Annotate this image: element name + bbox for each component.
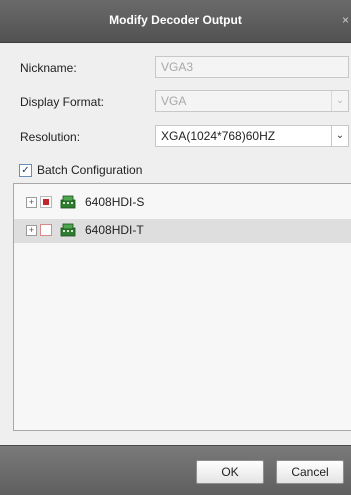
dialog-footer: OK Cancel	[0, 445, 351, 495]
dialog-title: Modify Decoder Output	[109, 13, 242, 27]
tree-item-label: 6408HDI-S	[85, 195, 145, 209]
display-format-label: Display Format:	[20, 95, 105, 109]
resolution-value: XGA(1024*768)60HZ	[161, 129, 276, 143]
device-tree[interactable]: + 6408HDI-S + 6408HDI-T	[13, 183, 351, 431]
title-bar[interactable]: Modify Decoder Output ×	[0, 0, 351, 43]
decoder-device-icon	[60, 223, 76, 237]
tree-item[interactable]: + 6408HDI-T	[14, 219, 351, 243]
tree-item-label: 6408HDI-T	[85, 223, 144, 237]
tree-item-checkbox[interactable]	[40, 224, 52, 236]
cancel-button[interactable]: Cancel	[276, 460, 344, 484]
chevron-down-icon: ⌄	[331, 91, 348, 111]
tree-item[interactable]: + 6408HDI-S	[14, 191, 351, 215]
batch-configuration-label: Batch Configuration	[37, 163, 143, 177]
chevron-down-icon[interactable]: ⌄	[331, 126, 348, 146]
tree-item-checkbox[interactable]	[40, 196, 52, 208]
check-icon[interactable]: ✓	[19, 164, 32, 177]
display-format-select: VGA ⌄	[155, 90, 349, 112]
resolution-label: Resolution:	[20, 130, 81, 144]
decoder-device-icon	[60, 195, 76, 209]
nickname-value: VGA3	[161, 60, 194, 74]
ok-button[interactable]: OK	[196, 460, 264, 484]
resolution-select[interactable]: XGA(1024*768)60HZ ⌄	[155, 125, 349, 147]
close-icon[interactable]: ×	[342, 13, 349, 27]
display-format-value: VGA	[161, 94, 187, 108]
nickname-label: Nickname:	[20, 61, 77, 75]
modify-decoder-output-dialog: Modify Decoder Output × Nickname: VGA3 D…	[0, 0, 351, 495]
expand-plus-icon[interactable]: +	[26, 197, 37, 208]
expand-plus-icon[interactable]: +	[26, 225, 37, 236]
nickname-field: VGA3	[155, 56, 349, 78]
